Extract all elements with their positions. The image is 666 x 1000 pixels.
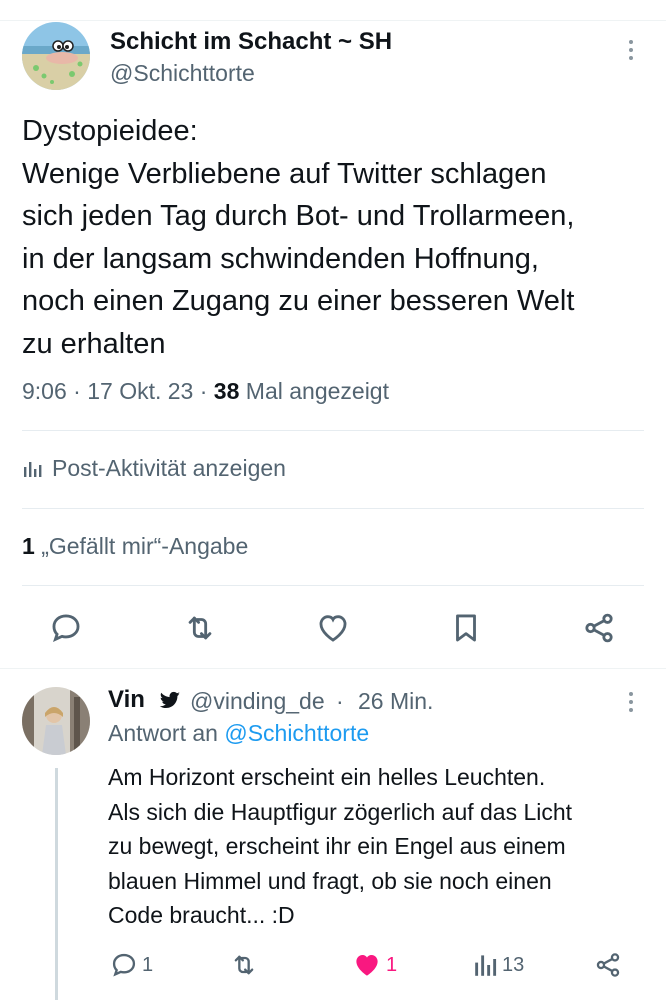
replying-to-handle[interactable]: @Schichttorte (224, 720, 369, 746)
share-button[interactable] (581, 610, 617, 646)
author-avatar[interactable] (22, 22, 90, 90)
tweet-text-line: Dystopieidee: (22, 115, 198, 147)
reply-button[interactable] (48, 610, 84, 646)
reply-more-options-icon[interactable] (628, 692, 634, 712)
retweet-icon (234, 955, 254, 975)
reply-time[interactable]: 26 Min. (358, 688, 433, 715)
tweet-time[interactable]: 9:06 (22, 378, 67, 404)
reply-text-line: Am Horizont erscheint ein helles Leuchte… (108, 764, 546, 790)
views-count: 38 (213, 378, 240, 404)
views-label: Mal angezeigt (245, 378, 389, 404)
more-options-icon[interactable] (628, 40, 634, 60)
reply-author-name[interactable]: Vin (108, 686, 145, 714)
reply-author-avatar[interactable] (22, 687, 90, 755)
tweet-divider (0, 668, 666, 669)
top-divider (0, 20, 666, 21)
reply-like-count: 1 (386, 953, 398, 976)
reply-like-button[interactable]: 1 (352, 950, 397, 980)
analytics-icon (24, 461, 42, 477)
reply-text: Am Horizont erscheint ein helles Leuchte… (108, 760, 653, 933)
tweet-text-line: Wenige Verbliebene auf Twitter schlagen (22, 157, 547, 190)
reply-views-button[interactable]: 13 (474, 950, 524, 980)
post-activity-link[interactable]: Post-Aktivität anzeigen (22, 455, 286, 482)
tweet-text-line: zu erhalten (22, 327, 166, 360)
bookmark-button[interactable] (448, 610, 484, 646)
reply-view-count: 13 (502, 953, 525, 976)
retweet-icon (188, 616, 212, 640)
author-name[interactable]: Schicht im Schacht ~ SH (110, 28, 392, 56)
replying-to-prefix: Antwort an (108, 720, 218, 746)
tweet-date[interactable]: 17 Okt. 23 (87, 378, 193, 404)
liked-heart-icon (356, 955, 378, 976)
reply-share-button[interactable] (594, 950, 622, 980)
like-button[interactable] (315, 610, 351, 646)
tweet-text-line: noch einen Zugang zu einer besseren Welt (22, 285, 575, 317)
reply-icon (52, 614, 80, 642)
share-icon (585, 613, 613, 643)
reply-text-line: Code braucht... :D (108, 902, 295, 929)
bookmark-icon (456, 614, 476, 642)
reply-retweet-button[interactable] (230, 950, 258, 980)
retweet-button[interactable] (182, 610, 218, 646)
reply-author-handle[interactable]: @vinding_de (190, 688, 325, 715)
meta-separator: · (199, 378, 214, 404)
divider (22, 585, 644, 586)
thread-connector (55, 768, 58, 1000)
author-handle[interactable]: @Schichttorte (110, 60, 255, 87)
share-icon (596, 953, 620, 977)
analytics-icon (475, 955, 497, 976)
reply-icon (112, 953, 136, 977)
like-icon (319, 615, 347, 642)
reply-text-line: zu bewegt, erscheint ihr ein Engel aus e… (108, 833, 566, 860)
likes-label: „Gefällt mir“-Angabe (41, 533, 249, 559)
divider (22, 430, 644, 431)
likes-summary[interactable]: 1 „Gefällt mir“-Angabe (22, 533, 248, 560)
reply-count: 1 (142, 953, 154, 976)
likes-count: 1 (22, 533, 35, 559)
tweet-text-line: in der langsam schwindenden Hoffnung, (22, 242, 539, 275)
tweet-text-line: sich jeden Tag durch Bot- und Trollarmee… (22, 200, 575, 232)
reply-reply-button[interactable]: 1 (110, 950, 153, 980)
reply-text-line: blauen Himmel und fragt, ob sie noch ein… (108, 867, 552, 894)
tweet-text: Dystopieidee: Wenige Verbliebene auf Twi… (22, 110, 652, 365)
handle-separator: · (336, 688, 344, 714)
divider (22, 508, 644, 509)
meta-separator: · (73, 378, 88, 404)
post-activity-label: Post-Aktivität anzeigen (52, 455, 286, 481)
replying-to: Antwort an @Schichttorte (108, 720, 369, 747)
tweet-meta: 9:06 · 17 Okt. 23 · 38 Mal angezeigt (22, 378, 389, 405)
bird-icon (159, 691, 180, 708)
reply-text-line: Als sich die Hauptfigur zögerlich auf da… (108, 798, 573, 825)
